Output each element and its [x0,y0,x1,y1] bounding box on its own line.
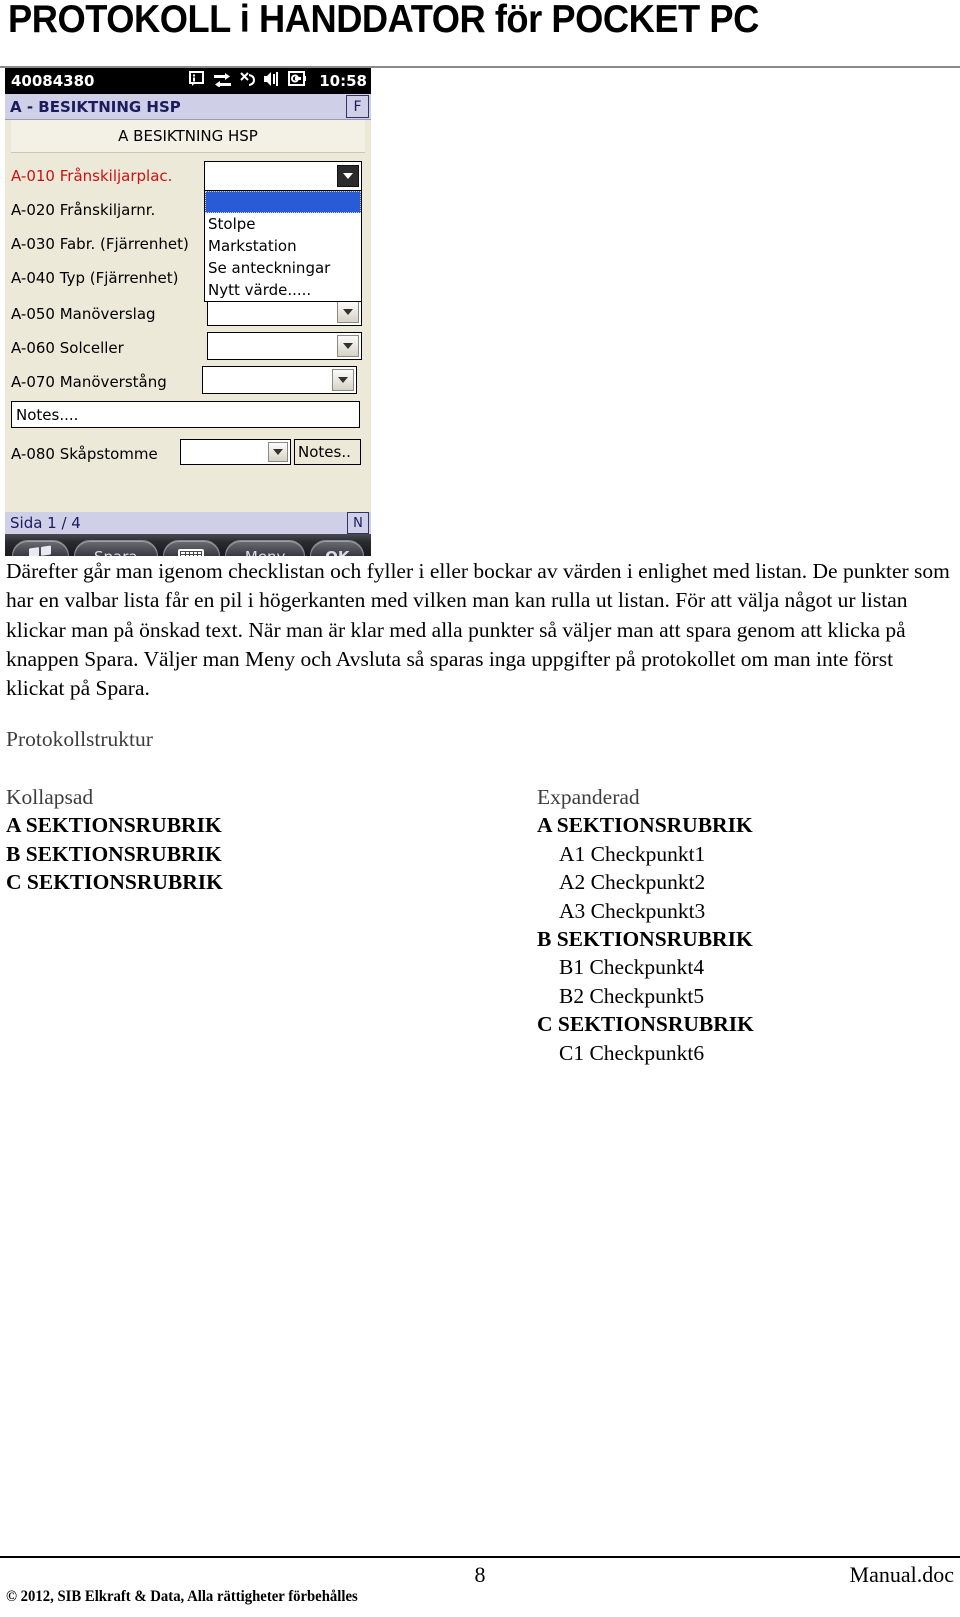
pda-note-button[interactable]: N [347,512,369,534]
form-row-a010[interactable]: A-010 Frånskiljarplac. [11,167,172,185]
pda-page-indicator: Sida 1 / 4 [10,514,81,532]
keyboard-icon [178,549,205,556]
footer-divider [0,1556,960,1558]
combo-a070[interactable] [202,366,357,394]
form-row-a040[interactable]: A-040 Typ (Fjärrenhet) [11,269,179,287]
pda-title-bar: A - BESIKTNING HSP F [5,94,371,120]
pda-system-icons [189,71,307,87]
structure-expanded-column: Expanderad A SEKTIONSRUBRIK A1 Checkpunk… [525,783,754,1067]
speaker-icon[interactable] [263,71,281,87]
start-button[interactable] [11,539,69,556]
dropdown-a010-list[interactable]: Stolpe Markstation Se anteckningar Nytt … [204,191,362,302]
pda-page-bar: Sida 1 / 4 N [5,512,371,534]
structure-line: A3 Checkpunkt3 [559,898,706,923]
form-label-a070: A-070 Manöverstång [11,373,167,391]
pda-flag-button[interactable]: F [346,95,369,118]
combo-a060[interactable] [207,332,362,360]
chevron-down-icon[interactable] [337,301,359,323]
dropdown-option-0[interactable] [205,191,361,213]
pda-client-id: 40084380 [11,72,95,90]
combo-a010[interactable] [204,161,362,191]
battery-plug-icon[interactable] [288,71,307,87]
chevron-down-icon[interactable] [332,369,354,391]
form-row-a060[interactable]: A-060 Solceller [11,339,124,357]
combo-a050[interactable] [207,298,362,326]
dropdown-option-4[interactable]: Nytt värde..... [205,279,361,301]
structure-line: A2 Checkpunkt2 [559,870,706,895]
pda-section-header: A BESIKTNING HSP [11,120,365,153]
footer-document-name: Manual.doc [849,1562,954,1587]
page-title: PROTOKOLL i HANDDATOR för POCKET PC [8,0,759,41]
combo-a080[interactable] [180,439,291,465]
structure-collapsed-caption: Kollapsad [6,785,94,809]
form-label-a020: A-020 Frånskiljarnr. [11,201,156,219]
ok-button[interactable]: OK [310,539,365,556]
structure-line: A1 Checkpunkt1 [559,841,706,866]
form-row-a070[interactable]: A-070 Manöverstång [11,373,167,391]
save-button[interactable]: Spara [73,539,158,556]
structure-collapsed-column: Kollapsad A SEKTIONSRUBRIK B SEKTIONSRUB… [6,783,223,897]
footer-page-number: 8 [474,1562,486,1587]
structure-line: B1 Checkpunkt4 [559,955,705,980]
section-heading-protokollstruktur: Protokollstruktur [6,727,153,751]
form-label-a060: A-060 Solceller [11,339,124,357]
menu-button[interactable]: Meny [225,539,306,556]
structure-expanded-caption: Expanderad [537,785,640,809]
pda-form-body: A BESIKTNING HSP A-010 Frånskiljarplac. … [5,120,371,512]
pda-title-text: A - BESIKTNING HSP [10,97,181,116]
structure-line: B2 Checkpunkt5 [559,983,705,1008]
form-row-a050[interactable]: A-050 Manöverslag [11,305,156,323]
pda-screenshot: 40084380 10:58 A - BESIKTNING HSP F A BE… [5,68,371,556]
structure-line: C SEKTIONSRUBRIK [537,1012,754,1037]
structure-line: C SEKTIONSRUBRIK [6,870,223,895]
pda-status-bar: 40084380 10:58 [5,68,371,94]
notes-field[interactable]: Notes.... [11,401,360,428]
keyboard-button[interactable] [162,539,220,556]
wireless-off-icon[interactable] [239,71,256,87]
notes-button-a080[interactable]: Notes.. [294,439,361,465]
form-row-a080[interactable]: A-080 Skåpstomme [11,445,158,463]
dropdown-option-3[interactable]: Se anteckningar [205,257,361,279]
form-label-a030: A-030 Fabr. (Fjärrenhet) [11,235,189,253]
chevron-down-icon[interactable] [337,335,359,357]
structure-line: B SEKTIONSRUBRIK [537,927,753,952]
structure-line: A SEKTIONSRUBRIK [537,813,753,838]
windows-flag-icon [29,545,52,556]
footer-copyright: © 2012, SIB Elkraft & Data, Alla rättigh… [6,1588,358,1605]
intro-paragraph: Därefter går man igenom checklistan och … [6,559,950,701]
structure-line: C1 Checkpunkt6 [559,1040,705,1065]
form-label-a050: A-050 Manöverslag [11,305,156,323]
structure-line: A SEKTIONSRUBRIK [6,813,222,838]
dropdown-option-2[interactable]: Markstation [205,235,361,257]
notification-icon[interactable] [189,71,206,87]
form-row-a020[interactable]: A-020 Frånskiljarnr. [11,201,155,219]
pda-toolbar: Spara Meny OK [5,534,371,556]
chevron-down-icon[interactable] [337,165,359,187]
dropdown-option-1[interactable]: Stolpe [205,213,361,235]
form-label-a080: A-080 Skåpstomme [11,445,158,463]
form-row-a030[interactable]: A-030 Fabr. (Fjärrenhet) [11,235,189,253]
sync-icon[interactable] [213,71,232,87]
structure-line: B SEKTIONSRUBRIK [6,841,222,866]
pda-clock: 10:58 [319,72,367,90]
form-label-a010: A-010 Frånskiljarplac. [11,167,173,185]
chevron-down-icon[interactable] [268,442,288,462]
form-label-a040: A-040 Typ (Fjärrenhet) [11,269,179,287]
